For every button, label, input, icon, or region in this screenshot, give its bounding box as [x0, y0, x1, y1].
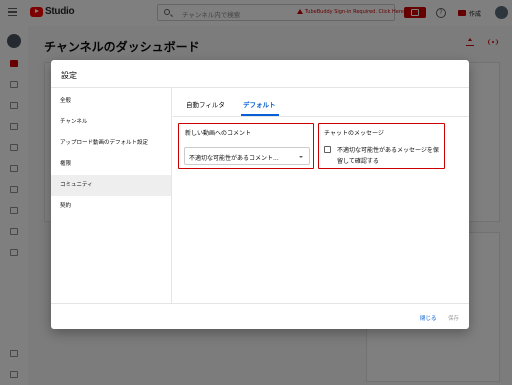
comments-default-dropdown[interactable]: 不適切な可能性があるコメント... — [184, 147, 310, 165]
settings-dialog: 設定 全般 チャンネル アップロード動画のデフォルト設定 権限 コミュニティ 契… — [51, 60, 469, 329]
sidebar-item-channel[interactable]: チャンネル — [51, 112, 171, 133]
save-button[interactable]: 保存 — [448, 314, 459, 322]
dialog-title: 設定 — [61, 71, 77, 80]
divider — [51, 303, 469, 304]
dropdown-value: 不適切な可能性があるコメント... — [189, 155, 279, 162]
chevron-down-icon — [299, 156, 303, 158]
tab-auto-filter[interactable]: 自動フィルタ — [186, 99, 225, 109]
chat-section-label: チャットのメッセージ — [324, 130, 384, 137]
divider — [173, 116, 469, 117]
sidebar-item-agreements[interactable]: 契約 — [51, 196, 171, 217]
checkbox-label[interactable]: 不適切な可能性があるメッセージを保留して確認する — [337, 145, 444, 167]
tab-defaults[interactable]: デフォルト — [243, 99, 276, 109]
hold-messages-checkbox[interactable] — [324, 146, 331, 153]
sidebar-item-upload-defaults[interactable]: アップロード動画のデフォルト設定 — [51, 133, 171, 154]
sidebar-item-permissions[interactable]: 権限 — [51, 154, 171, 175]
close-button[interactable]: 閉じる — [420, 314, 437, 322]
sidebar-item-general[interactable]: 全般 — [51, 91, 171, 112]
sidebar-item-community[interactable]: コミュニティ — [51, 175, 171, 196]
settings-sidebar: 全般 チャンネル アップロード動画のデフォルト設定 権限 コミュニティ 契約 — [51, 88, 172, 303]
comments-section-label: 新しい動画へのコメント — [185, 130, 252, 137]
